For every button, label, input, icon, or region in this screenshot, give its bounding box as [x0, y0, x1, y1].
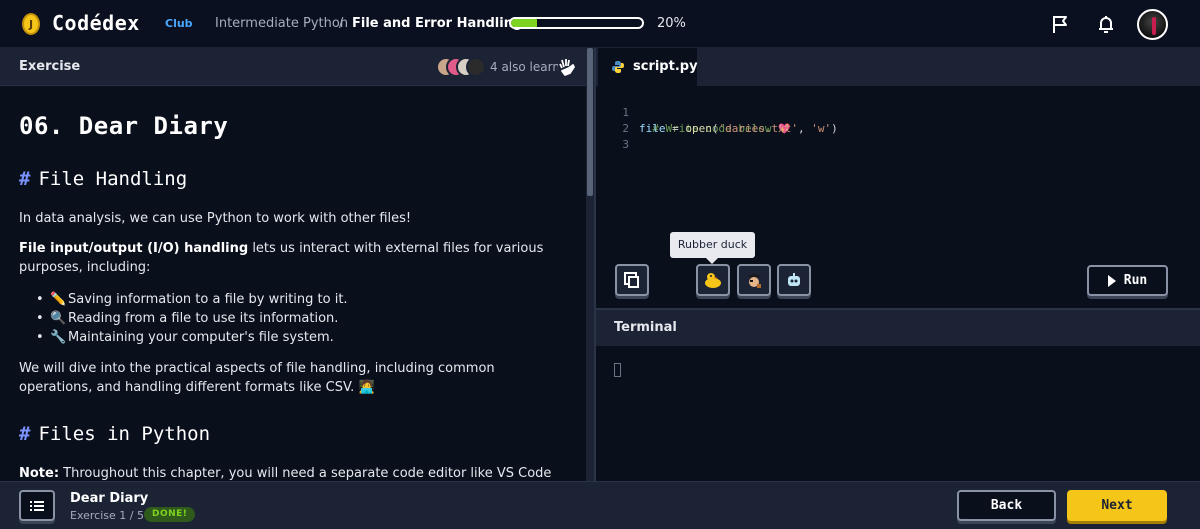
file-io-bold-text: File input/output (I/O) handling — [19, 241, 249, 256]
list-item-text: Saving information to a file by writing … — [68, 292, 348, 307]
terminal-title: Terminal — [614, 320, 677, 335]
also-learning-text: 4 also learning — [490, 60, 558, 74]
terminal-header — [596, 308, 1200, 346]
user-avatar[interactable] — [1137, 9, 1168, 40]
magnifier-icon: 🔍 — [50, 311, 67, 326]
brand-name[interactable]: Codédex — [52, 11, 140, 35]
exercise-panel-title: Exercise — [19, 59, 81, 74]
exercise-count: Exercise 1 / 5 — [70, 509, 144, 522]
note-text: Throughout this chapter, you will need a… — [63, 466, 552, 481]
list-item-text: Maintaining your computer's file system. — [68, 330, 334, 345]
paragraph-file-io: File input/output (I/O) handling lets us… — [19, 239, 559, 277]
dive-in-text: We will dive into the practical aspects … — [19, 361, 495, 395]
status-badge: DONE! — [144, 507, 196, 522]
play-icon — [1107, 274, 1116, 287]
top-bar: J Codédex Club Intermediate Python / Fil… — [0, 0, 1200, 48]
brand-club-badge: Club — [165, 17, 193, 30]
pencil-icon: ✏️ — [50, 292, 67, 307]
copy-icon — [624, 272, 639, 288]
robot-icon — [788, 273, 800, 286]
laptop-person-icon: 🧑‍💻 — [358, 380, 375, 395]
terminal-output[interactable] — [596, 346, 1200, 481]
list-item: ✏️Saving information to a file by writin… — [36, 290, 348, 309]
code-string: 'daries.txt' — [718, 122, 798, 135]
ai-helper-button[interactable] — [777, 264, 811, 296]
list-item: 🔧Maintaining your computer's file system… — [36, 328, 348, 347]
breadcrumb-separator: / — [339, 16, 344, 31]
pirate-helper-button[interactable] — [737, 264, 771, 296]
lesson-content: 06. Dear Diary # File Handling In data an… — [0, 86, 586, 481]
section-heading-text: Files in Python — [38, 423, 211, 445]
back-button[interactable]: Back — [957, 490, 1056, 521]
run-button[interactable]: Run — [1087, 265, 1168, 296]
lesson-title: 06. Dear Diary — [19, 112, 229, 140]
pirate-icon — [747, 274, 761, 288]
exercise-panel-header: Exercise 4 also learning — [0, 48, 586, 86]
paragraph-intro: In data analysis, we can use Python to w… — [19, 211, 412, 226]
code-operator: = — [665, 122, 686, 135]
code-line-2[interactable]: file = open('daries.txt', 'w') — [639, 121, 838, 137]
section-heading-files-in-python: # Files in Python — [19, 423, 210, 445]
line-number: 3 — [622, 138, 629, 151]
list-item: 🔍Reading from a file to use its informat… — [36, 309, 348, 328]
next-button[interactable]: Next — [1067, 490, 1167, 521]
rubber-duck-icon — [705, 273, 721, 288]
exercise-title: Dear Diary — [70, 491, 149, 506]
paragraph-dive-in: We will dive into the practical aspects … — [19, 359, 559, 397]
line-number: 1 — [622, 106, 629, 119]
hash-icon: # — [19, 168, 31, 190]
line-number: 2 — [622, 122, 629, 135]
breadcrumb-chapter[interactable]: File and Error Handling — [352, 16, 522, 31]
exercise-list-button[interactable] — [19, 490, 55, 521]
flag-icon[interactable] — [1049, 13, 1071, 35]
wrench-icon: 🔧 — [50, 330, 67, 345]
code-string: 'w' — [811, 122, 832, 135]
breadcrumb-course[interactable]: Intermediate Python — [215, 16, 348, 31]
note-label: Note: — [19, 466, 60, 481]
lesson-scrollbar-thumb[interactable] — [587, 48, 593, 196]
code-variable: file — [639, 122, 666, 135]
rubber-duck-tooltip: Rubber duck — [670, 232, 755, 264]
run-label: Run — [1123, 273, 1148, 288]
python-icon — [612, 61, 624, 73]
logo-coin-icon[interactable]: J — [22, 13, 40, 35]
file-uses-list: ✏️Saving information to a file by writin… — [36, 290, 348, 347]
rubber-duck-button[interactable] — [696, 264, 730, 296]
waving-hand-icon[interactable] — [556, 56, 578, 78]
section-heading-text: File Handling — [38, 168, 188, 190]
course-progress-fill — [511, 19, 538, 27]
list-item-text: Reading from a file to use its informati… — [68, 311, 339, 326]
code-function: open — [685, 122, 712, 135]
course-progress-bar — [509, 17, 644, 29]
section-heading-file-handling: # File Handling — [19, 168, 187, 190]
learner-avatars[interactable] — [436, 57, 486, 77]
terminal-cursor — [614, 363, 621, 377]
hash-icon: # — [19, 423, 31, 445]
course-progress-label: 20% — [657, 16, 686, 31]
copy-button[interactable] — [615, 264, 649, 296]
bell-icon[interactable] — [1095, 13, 1117, 35]
learner-avatar — [466, 57, 486, 77]
paragraph-note: Note: Throughout this chapter, you will … — [19, 464, 559, 481]
file-tab-label[interactable]: script.py — [633, 59, 698, 74]
list-icon — [30, 500, 44, 511]
